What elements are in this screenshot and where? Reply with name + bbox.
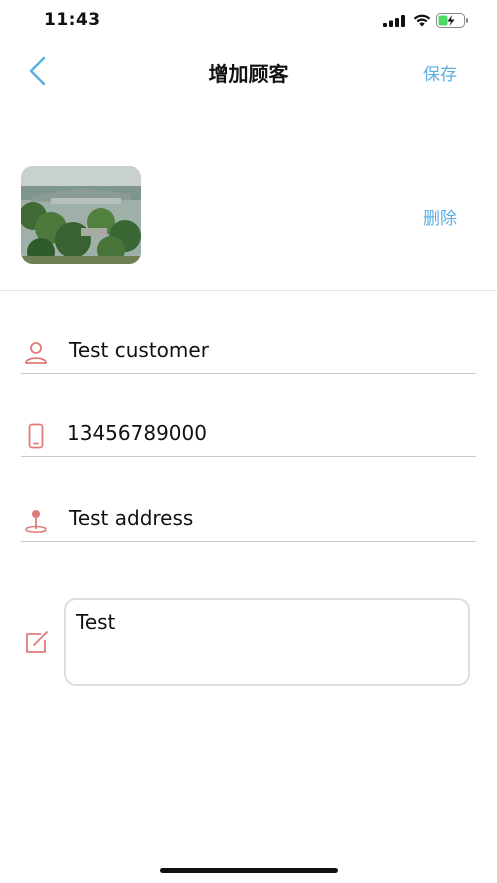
nav-bar: 增加顾客 保存 <box>0 44 497 96</box>
status-time: 11:43 <box>44 10 101 30</box>
phone-field-row: 13456789000 <box>21 413 476 457</box>
status-icons <box>383 13 473 29</box>
notes-text: Test <box>76 610 116 634</box>
address-field-row: Test address <box>21 498 476 542</box>
status-bar: 11:43 <box>0 0 497 44</box>
address-input[interactable]: Test address <box>69 506 193 530</box>
photo-section: 删除 <box>0 96 497 291</box>
signal-icon <box>383 15 405 27</box>
name-input[interactable]: Test customer <box>69 338 209 362</box>
delete-photo-button[interactable]: 删除 <box>423 204 457 229</box>
phone-icon <box>28 423 44 449</box>
save-button[interactable]: 保存 <box>423 60 457 85</box>
phone-underline <box>21 456 476 457</box>
battery-charging-icon <box>436 13 468 28</box>
notes-textarea[interactable]: Test <box>64 598 470 686</box>
name-field-row: Test customer <box>21 330 476 374</box>
name-underline <box>21 373 476 374</box>
location-pin-icon <box>25 510 47 533</box>
person-icon <box>25 342 47 364</box>
section-divider <box>0 290 497 291</box>
home-indicator[interactable] <box>160 868 338 873</box>
wifi-icon <box>413 14 431 27</box>
address-underline <box>21 541 476 542</box>
edit-note-icon <box>26 631 48 653</box>
phone-input[interactable]: 13456789000 <box>67 421 207 445</box>
photo-thumbnail <box>21 166 141 264</box>
customer-photo[interactable] <box>21 166 141 264</box>
